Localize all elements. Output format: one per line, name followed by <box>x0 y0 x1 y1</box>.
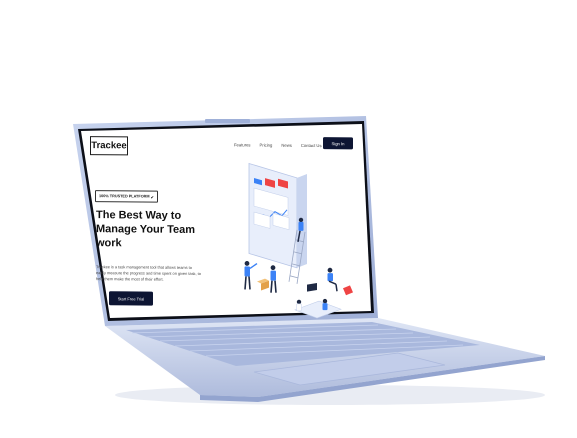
team-dashboard-illustration <box>244 162 353 319</box>
website-screen: Trackee Features Pricing News Contact Us… <box>82 130 370 329</box>
hero-description-line: help them make the most of their effort. <box>96 276 164 282</box>
hero-title-line: work <box>96 237 122 250</box>
check-icon: ✔ <box>150 195 154 200</box>
top-nav: Trackee Features Pricing News Contact Us… <box>82 130 370 163</box>
hero-title-line: Manage Your Team <box>96 223 196 236</box>
start-free-trial-button[interactable]: Start Free Trial <box>109 291 153 306</box>
nav-link-features[interactable]: Features <box>234 142 251 147</box>
badge-label: 100% TRUSTED PLATFORM <box>99 194 150 199</box>
nav-links: Features Pricing News Contact Us <box>234 142 322 148</box>
brand-logo[interactable]: Trackee <box>90 136 128 156</box>
nav-link-news[interactable]: News <box>281 143 291 148</box>
hero-title: The Best Way to Manage Your Team work <box>96 208 196 251</box>
nav-link-pricing[interactable]: Pricing <box>260 143 273 148</box>
hero-title-line: The Best Way to <box>96 209 182 222</box>
trusted-badge: 100% TRUSTED PLATFORM ✔ <box>95 190 158 203</box>
sign-in-button[interactable]: Sign In <box>323 137 353 150</box>
hero-description: Trackee is a task management tool that a… <box>96 264 216 283</box>
nav-link-contact[interactable]: Contact Us <box>301 143 322 148</box>
